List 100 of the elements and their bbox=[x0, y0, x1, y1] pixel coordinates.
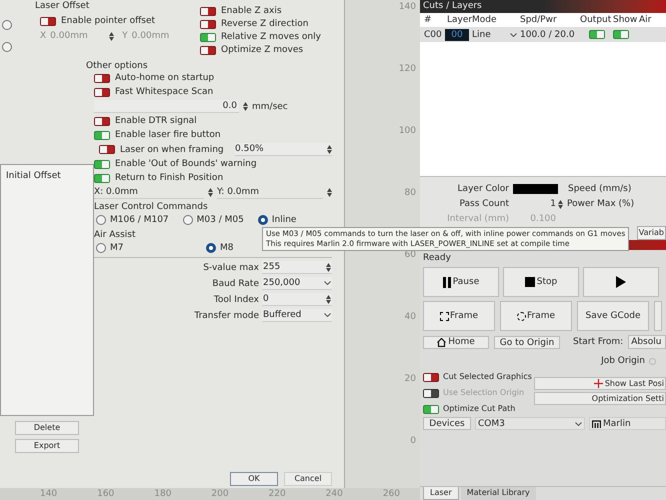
toggle-switch[interactable] bbox=[423, 404, 439, 414]
go-to-origin-button[interactable]: Go to Origin bbox=[494, 336, 560, 348]
layer-swatch[interactable]: 00 bbox=[445, 28, 469, 40]
spinner-arrows-icon[interactable] bbox=[326, 294, 331, 304]
ruler-label: 180 bbox=[154, 488, 172, 500]
toggle-label: Laser on when framing bbox=[120, 144, 225, 156]
color-swatch[interactable] bbox=[513, 184, 558, 194]
ruler-label: 260 bbox=[382, 488, 400, 500]
toggle-switch[interactable] bbox=[94, 160, 110, 168]
toggle-switch[interactable] bbox=[200, 46, 216, 54]
toggle-switch[interactable] bbox=[200, 32, 216, 42]
radio-button[interactable] bbox=[258, 215, 268, 225]
ruler-label: 0 bbox=[410, 435, 416, 447]
status-text: Ready bbox=[422, 252, 451, 264]
column-header: Air bbox=[639, 14, 652, 26]
spinner-arrows-icon[interactable] bbox=[327, 188, 332, 197]
toggle-switch[interactable] bbox=[200, 20, 216, 28]
toggle-label: Enable laser fire button bbox=[115, 129, 221, 141]
list-button[interactable]: Export bbox=[15, 439, 79, 453]
field-label: Interval (mm) bbox=[446, 213, 510, 225]
column-header: Mode bbox=[472, 14, 498, 26]
toggle-switch[interactable] bbox=[94, 116, 110, 126]
spinner-arrows-icon[interactable] bbox=[327, 144, 332, 154]
radio-button[interactable] bbox=[2, 42, 12, 52]
radio-button[interactable] bbox=[2, 20, 12, 30]
control-button[interactable]: Stop bbox=[503, 267, 579, 297]
control-button[interactable]: Save GCode bbox=[577, 301, 649, 331]
radio-label: Inline bbox=[272, 214, 296, 226]
toggle-label: Enable Z axis bbox=[221, 5, 282, 17]
toggle-switch[interactable] bbox=[94, 74, 110, 82]
settings-field[interactable]: 250,000 bbox=[262, 277, 332, 290]
toggle-label: Enable 'Out of Bounds' warning bbox=[115, 158, 257, 170]
section-title: Other options bbox=[86, 60, 148, 72]
table-cell-text: 100.0 / 20.0 bbox=[520, 28, 576, 40]
toggle-switch[interactable] bbox=[99, 145, 115, 154]
toggle-label: Optimize Cut Path bbox=[443, 403, 516, 415]
toggle-label: Auto-home on startup bbox=[115, 72, 214, 84]
control-button[interactable]: Pause bbox=[423, 267, 499, 297]
spinner-arrows-icon[interactable] bbox=[243, 102, 248, 111]
spinner-arrows-icon[interactable] bbox=[558, 200, 563, 208]
control-button[interactable] bbox=[583, 267, 659, 297]
dialog-button[interactable]: OK bbox=[230, 472, 278, 486]
toggle-switch[interactable] bbox=[423, 372, 439, 382]
panel-tab[interactable]: Variab bbox=[636, 226, 666, 240]
panel-header: Cuts / Layers bbox=[420, 0, 666, 13]
field-label: Pass Count bbox=[458, 198, 510, 210]
start-from-select[interactable]: Absolu bbox=[628, 335, 666, 349]
radio-button[interactable] bbox=[182, 215, 193, 225]
toggle-switch[interactable] bbox=[613, 30, 629, 39]
settings-field[interactable]: 0 bbox=[262, 293, 332, 306]
list-button[interactable]: Delete bbox=[15, 421, 79, 435]
toggle-switch[interactable] bbox=[40, 16, 56, 26]
panel-tab[interactable]: Material Library bbox=[460, 487, 536, 500]
dialog-button[interactable]: Cancel bbox=[284, 472, 332, 486]
table-cell-text: C00 bbox=[423, 28, 442, 40]
firmware-select[interactable]: Marlin bbox=[589, 417, 666, 430]
toggle-label: Fast Whitespace Scan bbox=[115, 86, 214, 98]
toggle-label: Optimize Z moves bbox=[221, 44, 304, 56]
panel-tab[interactable]: Laser bbox=[423, 487, 459, 500]
settings-field[interactable]: Buffered bbox=[262, 309, 332, 322]
ruler-label: 160 bbox=[97, 488, 114, 500]
origin-radio-icon[interactable] bbox=[649, 358, 656, 364]
pass-count-field[interactable]: 1 bbox=[513, 198, 558, 210]
y-label: Y bbox=[122, 30, 128, 42]
toggle-switch[interactable] bbox=[94, 130, 110, 140]
spinner-arrows-icon[interactable] bbox=[326, 262, 331, 272]
ruler-label: 20 bbox=[404, 373, 416, 385]
devices-button[interactable]: Devices bbox=[423, 417, 471, 430]
control-button[interactable]: Frame bbox=[423, 301, 495, 331]
port-select[interactable]: COM3 bbox=[475, 417, 585, 430]
spinner-arrows-icon[interactable] bbox=[109, 32, 114, 40]
optimization-settings-button[interactable]: Optimization Setti bbox=[534, 392, 666, 405]
frame-icon bbox=[440, 312, 449, 320]
toggle-switch[interactable] bbox=[200, 6, 216, 16]
logo-icon bbox=[592, 420, 601, 428]
radio-label: M03 / M05 bbox=[196, 214, 244, 226]
radio-label: M7 bbox=[110, 242, 124, 254]
home-icon bbox=[437, 338, 446, 346]
show-last-position-button[interactable]: Show Last Posi bbox=[534, 377, 666, 390]
field-label: Tool Index bbox=[212, 294, 259, 306]
column-header: Output bbox=[580, 14, 612, 26]
list-item[interactable]: Initial Offset bbox=[6, 170, 88, 182]
play-icon bbox=[616, 276, 626, 288]
toggle-switch[interactable] bbox=[588, 30, 604, 39]
mode-select[interactable]: Line bbox=[472, 28, 520, 40]
framing-power-field[interactable]: 0.50% bbox=[235, 143, 332, 156]
settings-field[interactable]: 255 bbox=[262, 261, 332, 274]
x-position-field[interactable]: X: 0.0mm bbox=[94, 186, 204, 199]
control-button[interactable]: Frame bbox=[500, 301, 572, 331]
y-position-field[interactable]: Y: 0.0mm bbox=[217, 186, 323, 199]
ruler-label: 200 bbox=[211, 488, 229, 500]
radio-button[interactable] bbox=[96, 215, 106, 225]
spinner-arrows-icon[interactable] bbox=[208, 188, 213, 197]
chevron-icon bbox=[575, 422, 582, 426]
radio-button[interactable] bbox=[206, 243, 216, 253]
toggle-switch[interactable] bbox=[94, 174, 110, 182]
radio-button[interactable] bbox=[96, 243, 106, 253]
home-button[interactable]: Home bbox=[423, 336, 489, 348]
speed-field[interactable]: 0.0 bbox=[94, 100, 239, 113]
toggle-switch[interactable] bbox=[94, 88, 110, 96]
